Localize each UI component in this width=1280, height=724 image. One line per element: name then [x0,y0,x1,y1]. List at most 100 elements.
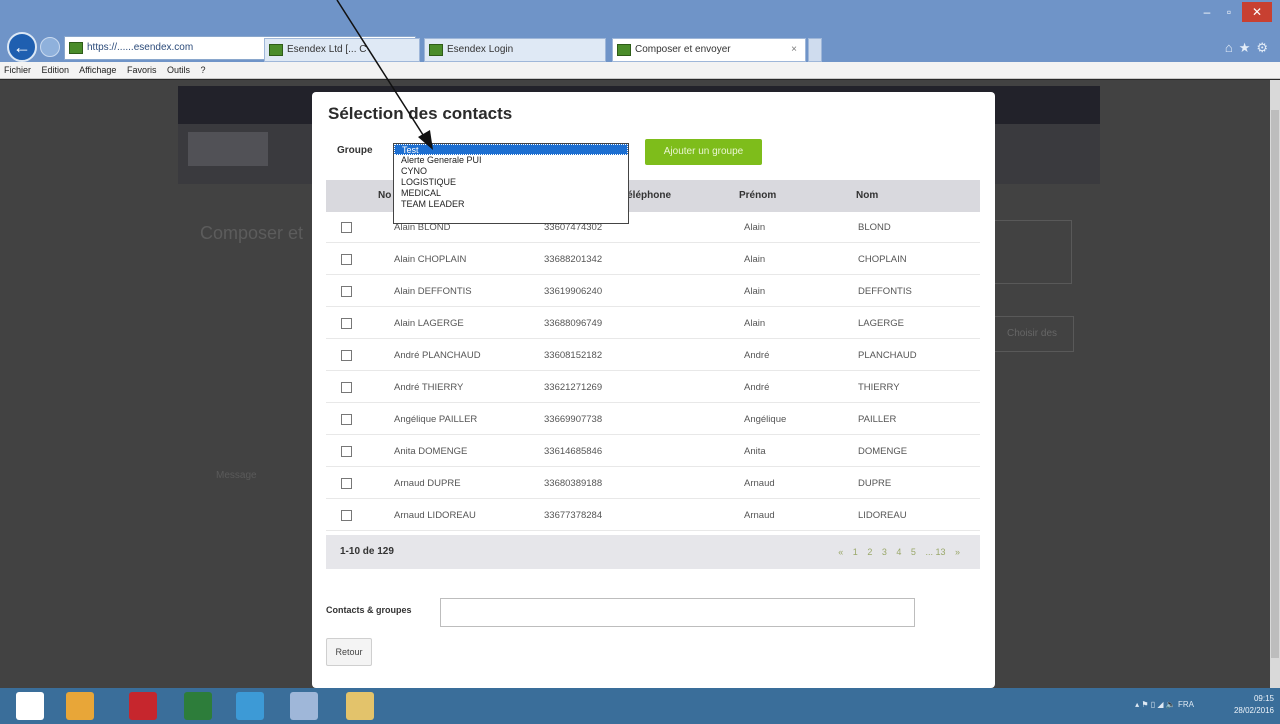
home-icon[interactable]: ⌂ [1225,40,1239,55]
cell-first: André [744,350,770,361]
pager-page-5[interactable]: 5 [911,547,916,557]
excel-icon[interactable] [184,692,212,720]
pager-page-1[interactable]: 1 [853,547,858,557]
clock-date: 28/02/2016 [1233,706,1274,715]
group-option-test[interactable]: Test [394,144,628,155]
tab-close-icon[interactable]: × [791,39,797,61]
language-indicator[interactable]: FRA [1178,700,1194,709]
pager-prev[interactable]: « [838,547,843,557]
menu-fichier[interactable]: Fichier [4,65,31,75]
menu-affichage[interactable]: Affichage [79,65,116,75]
url-domain: esendex.com [133,42,194,53]
cell-name: Angélique PAILLER [394,414,478,425]
cell-phone: 33680389188 [544,478,603,489]
group-option-logistique[interactable]: LOGISTIQUE [394,177,628,188]
gear-icon[interactable]: ⚙ [1256,40,1274,55]
cell-last: THIERRY [858,382,900,393]
cell-first: Alain [744,286,766,297]
back-button[interactable]: Retour [326,638,372,666]
group-label: Groupe [337,145,373,156]
pager-page-4[interactable]: 4 [896,547,901,557]
pager-page-3[interactable]: 3 [882,547,887,557]
cell-phone: 33619906240 [544,286,603,297]
pager-page-2[interactable]: 2 [867,547,872,557]
folder-icon[interactable] [346,692,374,720]
row-checkbox[interactable] [341,414,352,425]
row-checkbox[interactable] [341,286,352,297]
menu-outils[interactable]: Outils [167,65,190,75]
tab-label: Esendex Ltd [... C [287,44,367,55]
col-name[interactable]: No [378,180,391,212]
table-row[interactable]: Alain LAGERGE 33688096749 Alain LAGERGE [326,308,980,339]
clock-time: 09:15 [1253,694,1274,703]
explorer-icon[interactable] [66,692,94,720]
table-row[interactable]: André PLANCHAUD 33608152182 André PLANCHAUD [326,340,980,371]
tab-esendex-ltd[interactable]: Esendex Ltd [... C [264,38,420,62]
cell-phone: 33677378284 [544,510,603,521]
group-select-dropdown[interactable]: Test Alerte Generale PUI CYNO LOGISTIQUE… [393,143,629,224]
menu-favoris[interactable]: Favoris [127,65,157,75]
acrobat-icon[interactable] [129,692,157,720]
table-row[interactable]: Angélique PAILLER 33669907738 Angélique PAI… [326,404,980,435]
row-checkbox[interactable] [341,350,352,361]
system-tray[interactable]: ▴ ⚑ ▯ ◢ 🔈 FRA [1135,700,1194,709]
row-checkbox[interactable] [341,446,352,457]
table-row[interactable]: Alain CHOPLAIN 33688201342 Alain CHOPLAIN [326,244,980,275]
tab-esendex-login[interactable]: Esendex Login [424,38,606,62]
cell-name: Arnaud DUPRE [394,478,461,489]
row-checkbox[interactable] [341,478,352,489]
group-option-cyno[interactable]: CYNO [394,166,628,177]
cell-name: André THIERRY [394,382,464,393]
maximize-button[interactable]: ▫ [1218,2,1240,22]
cell-first: Alain [744,222,766,233]
url-prefix: https [87,42,109,53]
group-option-team-leader[interactable]: TEAM LEADER [394,199,628,210]
pager-links: « 1 2 3 4 5 ... 13 » [831,535,960,569]
pager-next[interactable]: » [955,547,960,557]
cell-name: Alain LAGERGE [394,318,464,329]
table-row[interactable]: André THIERRY 33621271269 André THIERRY [326,372,980,403]
windows-start-icon[interactable] [16,692,44,720]
star-icon[interactable]: ★ [1239,40,1257,55]
col-first-name[interactable]: Prénom [739,180,776,212]
app-window-icon[interactable] [290,692,318,720]
menu-help[interactable]: ? [201,65,206,75]
cell-name: André PLANCHAUD [394,350,481,361]
group-option-medical[interactable]: MEDICAL [394,188,628,199]
internet-explorer-icon[interactable] [236,692,264,720]
row-checkbox[interactable] [341,318,352,329]
table-row[interactable]: Arnaud DUPRE 33680389188 Arnaud DUPRE [326,468,980,499]
browser-titlebar [0,0,1280,36]
table-row[interactable]: Anita DOMENGE 33614685846 Anita DOMENGE [326,436,980,467]
pager-page-13[interactable]: ... 13 [925,547,945,557]
scrollbar-thumb[interactable] [1271,110,1279,658]
table-row[interactable]: Arnaud LIDOREAU 33677378284 Arnaud LIDOREAU [326,500,980,531]
cell-name: Arnaud LIDOREAU [394,510,476,521]
col-last-name[interactable]: Nom [856,180,878,212]
minimize-button[interactable]: – [1196,2,1218,22]
cell-first: Alain [744,318,766,329]
cell-name: Alain CHOPLAIN [394,254,467,265]
browser-toolbar-icons[interactable]: ⌂★⚙ [1225,40,1274,56]
menu-edition[interactable]: Edition [42,65,70,75]
tab-composer-envoyer[interactable]: Composer et envoyer × [612,38,806,62]
site-favicon-icon [617,44,631,56]
clock[interactable]: 09:15 28/02/2016 [1234,693,1274,717]
new-tab-button[interactable] [808,38,822,62]
add-group-button[interactable]: Ajouter un groupe [645,139,762,165]
row-checkbox[interactable] [341,382,352,393]
cell-phone: 33621271269 [544,382,603,393]
cell-phone: 33608152182 [544,350,603,361]
row-checkbox[interactable] [341,254,352,265]
back-arrow-icon[interactable]: ← [7,32,37,62]
message-label: Message [216,470,257,481]
row-checkbox[interactable] [341,222,352,233]
table-row[interactable]: Alain DEFFONTIS 33619906240 Alain DEFFONTIS [326,276,980,307]
contacts-groups-input[interactable] [440,598,915,627]
page-scrollbar[interactable] [1270,80,1280,688]
cell-last: DUPRE [858,478,892,489]
group-option-alerte[interactable]: Alerte Generale PUI [394,155,628,166]
forward-arrow-icon[interactable] [40,37,60,57]
close-window-button[interactable]: ✕ [1242,2,1272,22]
row-checkbox[interactable] [341,510,352,521]
